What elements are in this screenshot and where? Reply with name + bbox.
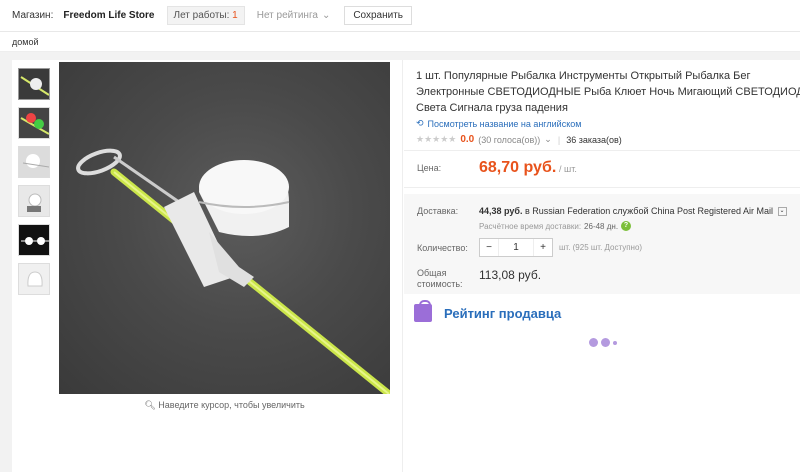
price-label: Цена: [417, 163, 442, 173]
zoom-hint-text: Наведите курсор, чтобы увеличить [158, 400, 305, 410]
thumbnail-1[interactable] [18, 68, 50, 100]
thumbnail-3[interactable] [18, 146, 50, 178]
delivery-days: 26-48 дн. [584, 221, 619, 231]
quantity-available: шт. (925 шт. Доступно) [559, 243, 643, 252]
thumbnail-4[interactable] [18, 185, 50, 217]
quantity-minus-button[interactable]: − [480, 242, 498, 253]
total-label-line-2: стоимость: [417, 279, 463, 289]
product-main-image[interactable] [59, 62, 390, 394]
product-rating-row: ★★★★★ 0.0 (30 голоса(ов)) ⌄ | 36 заказа(… [416, 134, 622, 145]
shipping-method-text: в Russian Federation службой China Post … [524, 206, 774, 216]
product-panel: 🔍︎ Наведите курсор, чтобы увеличить 1 шт… [12, 60, 800, 472]
thumbnail-5[interactable] [18, 224, 50, 256]
quantity-stepper: − 1 + [479, 238, 553, 257]
total-label: Общая стоимость: [417, 268, 463, 290]
product-title: 1 шт. Популярные Рыбалка Инструменты Отк… [416, 70, 800, 114]
shipping-price: 44,38 руб. [479, 206, 523, 216]
loading-spinner-icon [589, 338, 617, 347]
delivery-estimate: Расчётное время доставки: 26-48 дн. ? [479, 221, 632, 231]
translate-icon: ⟲ [416, 118, 424, 128]
magnifier-icon: 🔍︎ [144, 400, 156, 410]
save-store-button[interactable]: Сохранить [344, 6, 413, 25]
breadcrumb: домой [0, 32, 800, 52]
price-box: Цена: 68,70 руб. / шт. [404, 150, 800, 188]
seller-rating-section: Рейтинг продавца [404, 294, 800, 472]
rating-stars-icon: ★★★★★ [416, 134, 457, 144]
years-badge: Лет работы: 1 [166, 6, 245, 25]
votes-link[interactable]: (30 голоса(ов)) [478, 135, 540, 145]
translate-title-link[interactable]: ⟲ Посмотреть название на английском [416, 118, 581, 129]
shopping-bag-icon [414, 300, 432, 322]
store-name-link[interactable]: Freedom Life Store [63, 10, 154, 21]
seller-rating-title: Рейтинг продавца [444, 306, 562, 321]
quantity-label: Количество: [417, 243, 468, 253]
shipping-info: 44,38 руб. в Russian Federation службой … [479, 206, 787, 217]
total-price: 113,08 руб. [479, 268, 542, 282]
column-divider [402, 60, 403, 472]
breadcrumb-home-link[interactable]: домой [12, 37, 38, 47]
zoom-hint: 🔍︎ Наведите курсор, чтобы увеличить [59, 400, 390, 411]
rating-score: 0.0 [460, 134, 475, 145]
thumbnail-2[interactable] [18, 107, 50, 139]
years-value: 1 [232, 10, 238, 21]
chevron-down-icon: ⌄ [544, 134, 552, 144]
thumbnail-list [18, 68, 52, 302]
store-rating-dropdown[interactable]: Нет рейтинга ⌄ [257, 10, 331, 21]
delivery-label: Расчётное время доставки: [479, 221, 582, 231]
chevron-down-icon: ⌄ [321, 10, 331, 21]
shipping-label: Доставка: [417, 206, 459, 216]
years-label: Лет работы: [173, 10, 230, 21]
separator: | [557, 134, 561, 145]
thumbnail-6[interactable] [18, 263, 50, 295]
translate-link-text: Посмотреть название на английском [427, 118, 582, 129]
quantity-input[interactable]: 1 [498, 239, 534, 256]
order-options: Доставка: 44,38 руб. в Russian Federatio… [404, 194, 800, 294]
price-unit: / шт. [559, 164, 577, 174]
store-header: Магазин: Freedom Life Store Лет работы: … [0, 0, 800, 32]
store-rating-text: Нет рейтинга [256, 10, 318, 21]
help-icon[interactable]: ? [621, 221, 632, 231]
total-label-line-1: Общая [417, 268, 447, 278]
price-value: 68,70 руб. [479, 159, 557, 176]
store-label: Магазин: [12, 10, 54, 21]
orders-count: 36 заказа(ов) [566, 134, 622, 145]
quantity-plus-button[interactable]: + [534, 242, 552, 253]
shipping-select-chevron-icon[interactable]: ⌄ [777, 207, 787, 217]
